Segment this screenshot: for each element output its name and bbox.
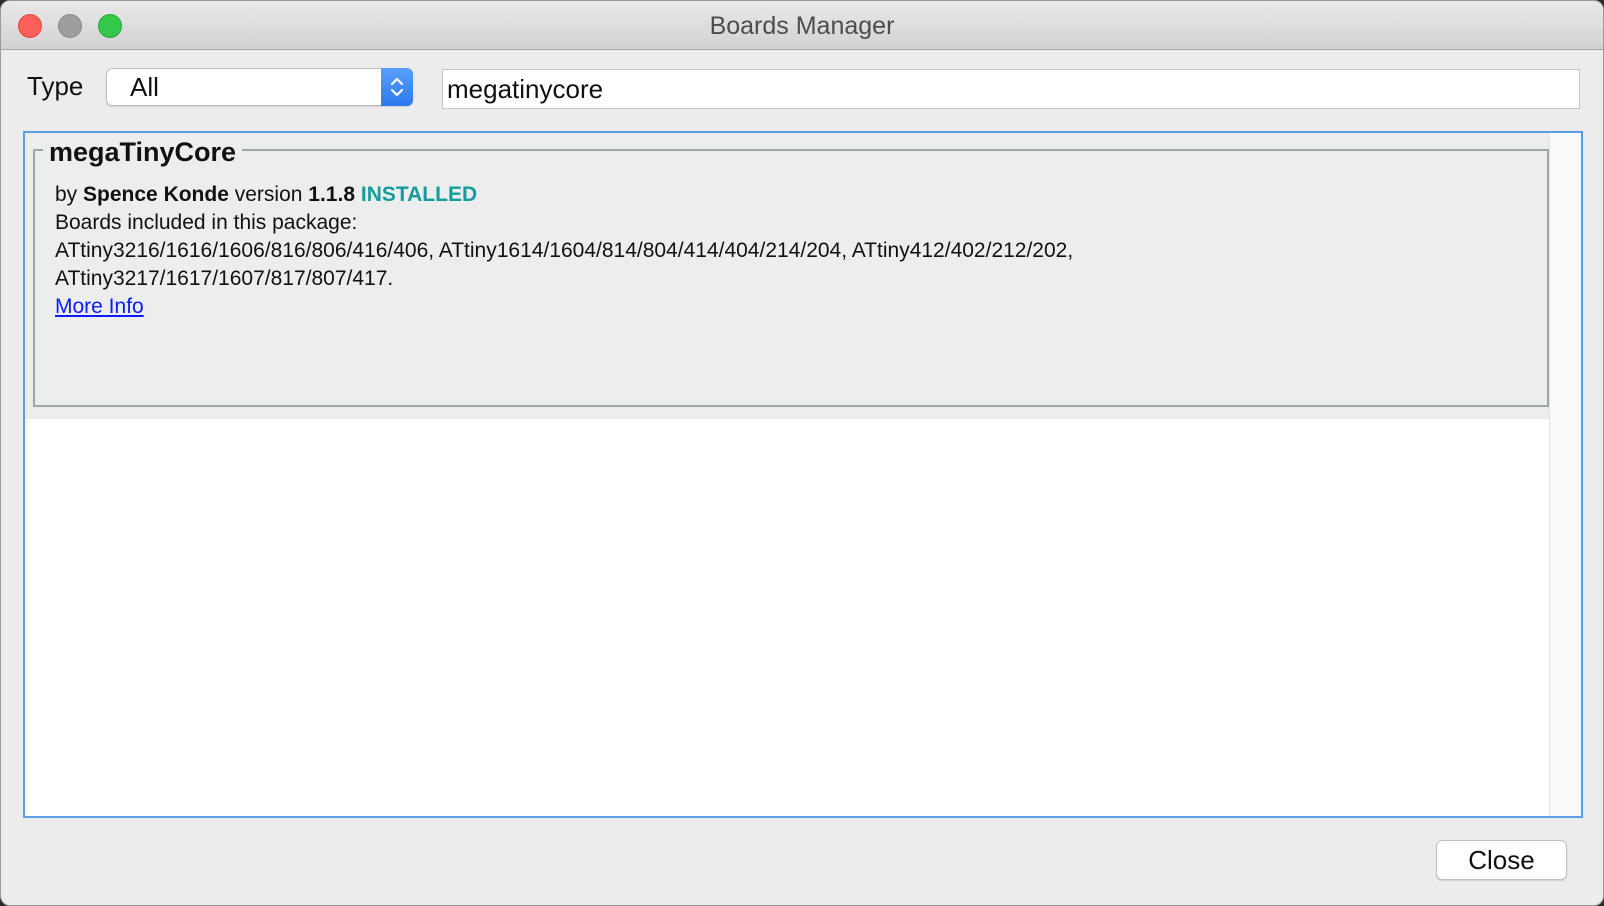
boards-heading: Boards included in this package: [55, 211, 358, 234]
type-select-value: All [130, 72, 159, 102]
type-label: Type [27, 71, 84, 101]
list-item[interactable]: megaTinyCore by Spence Konde version 1.1… [25, 133, 1551, 419]
window-title: Boards Manager [709, 12, 895, 40]
select-arrows-icon [381, 68, 413, 106]
installed-status: INSTALLED [360, 183, 478, 206]
boards-list-line-1: ATtiny3216/1616/1606/816/806/416/406, AT… [55, 239, 1074, 262]
package-name: megaTinyCore [43, 137, 243, 168]
search-input[interactable] [442, 69, 1580, 109]
type-select[interactable]: All [106, 68, 413, 106]
vertical-scrollbar[interactable] [1549, 133, 1581, 816]
package-author: Spence Konde [83, 183, 229, 206]
boards-list-line-2: ATtiny3217/1617/1607/817/807/417. [55, 267, 394, 290]
package-meta: by Spence Konde version 1.1.8 INSTALLED [55, 183, 477, 207]
boards-list[interactable]: megaTinyCore by Spence Konde version 1.1… [23, 131, 1583, 818]
close-button[interactable]: Close [1436, 840, 1567, 880]
more-info-link[interactable]: More Info [55, 295, 144, 319]
version-prefix: version [234, 183, 303, 206]
package-version: 1.1.8 [308, 183, 356, 206]
title-bar: Boards Manager [1, 1, 1603, 50]
by-prefix: by [55, 183, 78, 206]
boards-manager-window: Boards Manager Type All megaTinyCore by … [0, 0, 1604, 906]
